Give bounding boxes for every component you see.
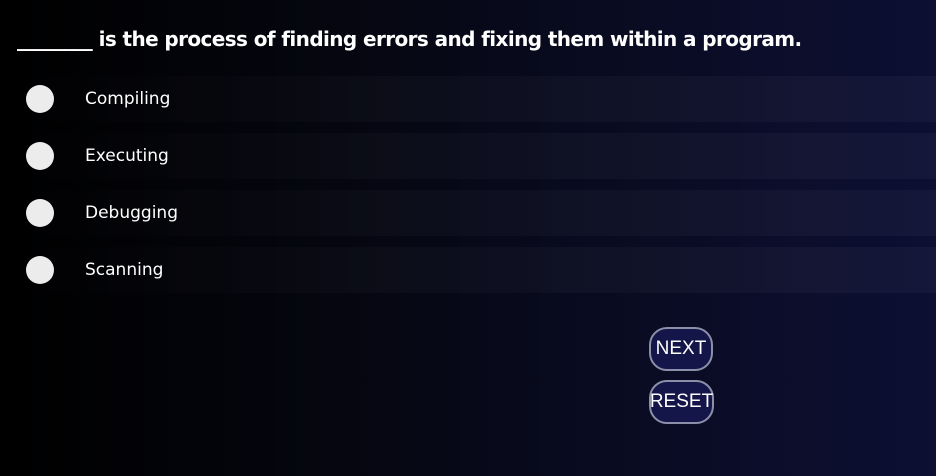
option-compiling[interactable]: Compiling <box>14 76 936 122</box>
option-debugging[interactable]: Debugging <box>14 190 936 236</box>
radio-button[interactable] <box>26 199 54 227</box>
next-button[interactable]: NEXT <box>649 327 713 371</box>
radio-button[interactable] <box>26 142 54 170</box>
option-executing[interactable]: Executing <box>14 133 936 179</box>
reset-button[interactable]: RESET <box>649 380 714 424</box>
option-label: Scanning <box>85 260 164 280</box>
radio-button[interactable] <box>26 256 54 284</box>
radio-button[interactable] <box>26 85 54 113</box>
answer-options: Compiling Executing Debugging Scanning <box>14 76 936 304</box>
question-text: ________ is the process of finding error… <box>17 27 802 51</box>
option-label: Executing <box>85 146 169 166</box>
option-label: Compiling <box>85 89 171 109</box>
option-label: Debugging <box>85 203 178 223</box>
option-scanning[interactable]: Scanning <box>14 247 936 293</box>
